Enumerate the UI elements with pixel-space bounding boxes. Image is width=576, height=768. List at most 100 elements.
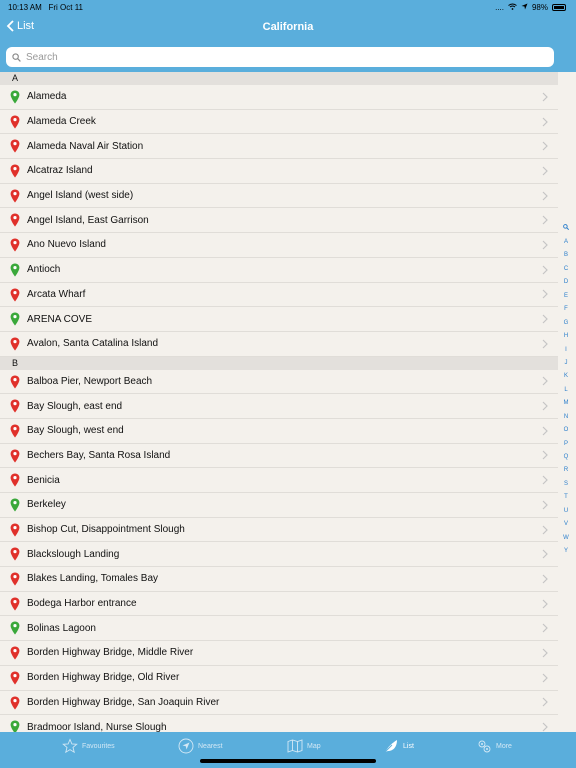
chevron-right-icon <box>542 265 548 275</box>
list-item[interactable]: Ano Nuevo Island <box>0 233 558 258</box>
list-item[interactable]: Balboa Pier, Newport Beach <box>0 370 558 395</box>
index-letter-w[interactable]: W <box>563 532 569 545</box>
map-pin-icon <box>10 449 20 463</box>
tab-label: Nearest <box>198 742 223 750</box>
tab-label: Favourites <box>82 742 115 750</box>
index-letter-b[interactable]: B <box>564 249 568 262</box>
map-pin-icon <box>10 337 20 351</box>
chevron-right-icon <box>542 623 548 633</box>
chevron-right-icon <box>542 141 548 151</box>
location-icon <box>521 3 528 12</box>
list-item[interactable]: ARENA COVE <box>0 307 558 332</box>
tab-label: List <box>403 742 414 750</box>
status-time: 10:13 AM Fri Oct 11 <box>8 3 84 12</box>
gears-icon <box>478 740 491 753</box>
list-item[interactable]: Angel Island, East Garrison <box>0 208 558 234</box>
map-icon <box>287 739 303 753</box>
list-item[interactable]: Berkeley <box>0 493 558 518</box>
list-item[interactable]: Avalon, Santa Catalina Island <box>0 332 558 357</box>
index-letter-h[interactable]: H <box>564 330 568 343</box>
list-item[interactable]: Angel Island (west side) <box>0 184 558 209</box>
map-pin-icon <box>10 621 20 635</box>
chevron-right-icon <box>542 117 548 126</box>
section-index[interactable]: ABCDEFGHIJKLMNOPQRSTUVWY <box>558 221 574 559</box>
chevron-right-icon <box>542 673 548 683</box>
list-item-label: Berkeley <box>27 499 66 511</box>
list-item[interactable]: Antioch <box>0 258 558 283</box>
list-item[interactable]: Blakes Landing, Tomales Bay <box>0 567 558 592</box>
list-item[interactable]: Borden Highway Bridge, Middle River <box>0 641 558 666</box>
map-pin-icon <box>10 238 20 252</box>
tab-favourites[interactable]: Favourites <box>62 738 115 754</box>
chevron-right-icon <box>542 475 548 485</box>
list-item-label: Angel Island, East Garrison <box>27 214 149 226</box>
list-item[interactable]: Borden Highway Bridge, Old River <box>0 666 558 691</box>
tab-list[interactable]: List <box>383 738 414 754</box>
map-pin-icon <box>10 312 20 326</box>
map-pin-icon <box>10 424 20 438</box>
list-item[interactable]: Alameda Naval Air Station <box>0 134 558 160</box>
index-letter-r[interactable]: R <box>564 464 568 477</box>
index-letter-n[interactable]: N <box>564 411 568 424</box>
list-item[interactable]: Bolinas Lagoon <box>0 616 558 642</box>
tab-more[interactable]: More <box>476 738 512 754</box>
list-item[interactable]: Bay Slough, west end <box>0 419 558 444</box>
map-pin-icon <box>10 646 20 660</box>
list-item[interactable]: Arcata Wharf <box>0 283 558 308</box>
index-letter-l[interactable]: L <box>564 384 567 397</box>
index-letter-i[interactable]: I <box>565 344 567 357</box>
index-letter-a[interactable]: A <box>564 236 568 249</box>
map-pin-icon <box>10 473 20 487</box>
list-item[interactable]: Alameda <box>0 85 558 110</box>
list-item[interactable]: Benicia <box>0 468 558 493</box>
wifi-icon <box>508 3 517 12</box>
location-arrow-icon <box>178 738 194 754</box>
list-item[interactable]: Borden Highway Bridge, San Joaquin River <box>0 691 558 716</box>
tab-nearest[interactable]: Nearest <box>178 738 223 754</box>
index-letter-p[interactable]: P <box>564 438 568 451</box>
tab-label: Map <box>307 742 321 750</box>
index-letter-y[interactable]: Y <box>564 545 568 558</box>
search-field[interactable] <box>6 47 554 67</box>
index-letter-j[interactable]: J <box>565 357 568 370</box>
list-item[interactable]: Blackslough Landing <box>0 542 558 568</box>
index-search-icon[interactable] <box>563 224 569 230</box>
list-item[interactable]: Bechers Bay, Santa Rosa Island <box>0 444 558 469</box>
index-letter-m[interactable]: M <box>564 397 569 410</box>
index-letter-d[interactable]: D <box>564 276 568 289</box>
list-item[interactable]: Alcatraz Island <box>0 159 558 184</box>
list-item-label: Borden Highway Bridge, Old River <box>27 672 180 684</box>
index-letter-e[interactable]: E <box>564 290 568 303</box>
index-letter-q[interactable]: Q <box>564 451 569 464</box>
index-letter-k[interactable]: K <box>564 370 568 383</box>
index-letter-f[interactable]: F <box>564 303 568 316</box>
index-letter-u[interactable]: U <box>564 505 568 518</box>
map-pin-icon <box>10 399 20 413</box>
navigation-bar: List California <box>0 14 576 42</box>
search-icon <box>12 52 21 62</box>
list-item-label: Bishop Cut, Disappointment Slough <box>27 524 185 536</box>
list-item[interactable]: Bradmoor Island, Nurse Slough <box>0 715 558 732</box>
star-icon <box>62 738 78 754</box>
index-letter-o[interactable]: O <box>564 424 569 437</box>
index-letter-v[interactable]: V <box>564 518 568 531</box>
list-item[interactable]: Bishop Cut, Disappointment Slough <box>0 518 558 543</box>
map-pin-icon <box>10 523 20 537</box>
index-letter-s[interactable]: S <box>564 478 568 491</box>
home-indicator <box>200 759 376 763</box>
list-item[interactable]: Alameda Creek <box>0 110 558 135</box>
search-input[interactable] <box>26 51 526 63</box>
tab-map[interactable]: Map <box>287 738 321 754</box>
index-letter-g[interactable]: G <box>564 317 569 330</box>
tab-label: More <box>496 742 512 750</box>
index-letter-t[interactable]: T <box>564 491 568 504</box>
list-item[interactable]: Bay Slough, east end <box>0 394 558 419</box>
chevron-right-icon <box>542 401 548 411</box>
list-item-label: Benicia <box>27 474 60 486</box>
map-pin-icon <box>10 671 20 685</box>
list-item[interactable]: Bodega Harbor entrance <box>0 592 558 617</box>
list-item-label: Alameda Creek <box>27 116 96 128</box>
index-letter-c[interactable]: C <box>564 263 568 276</box>
list-item-label: Alcatraz Island <box>27 165 93 177</box>
battery-percent: 98% <box>531 3 548 12</box>
